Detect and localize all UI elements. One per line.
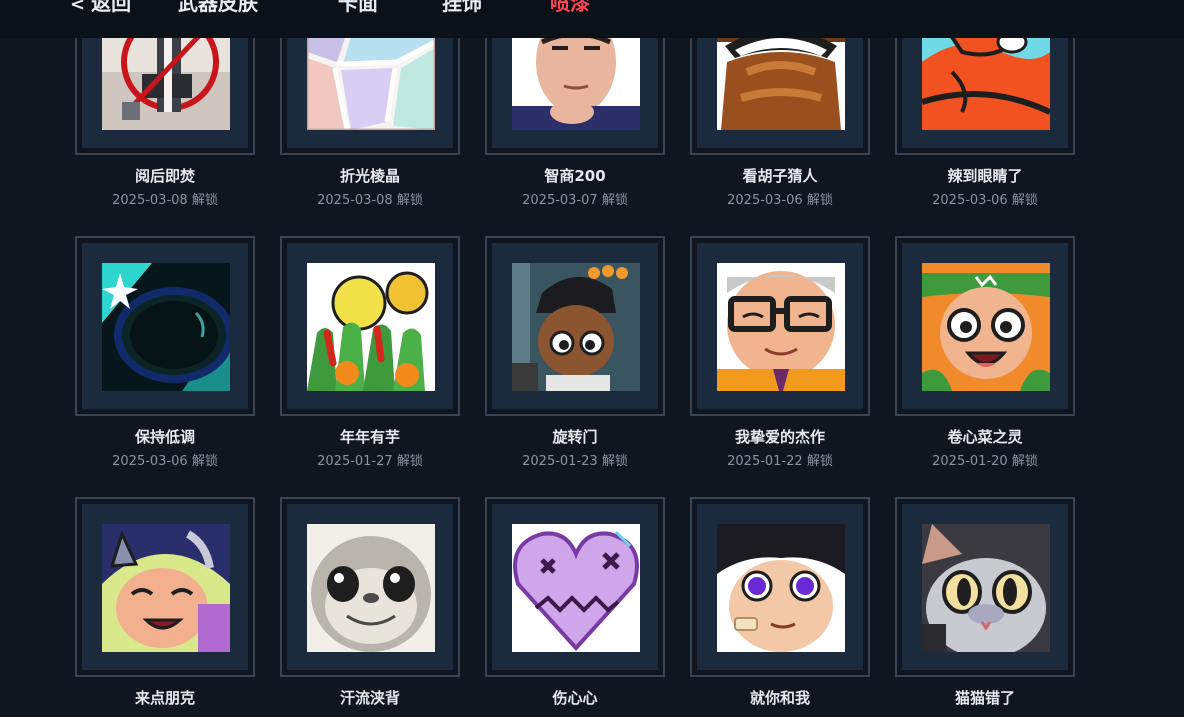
spray-frame	[280, 497, 460, 677]
spray-name: 就你和我	[749, 689, 810, 707]
spray-frame	[895, 497, 1075, 677]
spray-card[interactable]: 卷心菜之灵 2025-01-20 解锁	[895, 236, 1075, 476]
spray-collection-page: 阅后即焚 2025-03-08 解锁 折光棱晶 2025-03-08 解锁 智商…	[0, 0, 1184, 717]
spray-name: 猫猫错了	[954, 689, 1015, 707]
spray-unlock-date: 2025-01-20 解锁	[932, 454, 1038, 469]
spray-card[interactable]: 伤心心	[485, 497, 665, 717]
revolving-door-spray-icon	[512, 263, 640, 391]
tab-player-cards[interactable]: 卡面	[338, 0, 378, 18]
spray-name: 保持低调	[134, 428, 195, 446]
spray-name: 汗流浃背	[339, 689, 400, 707]
spray-unlock-date: 2025-03-06 解锁	[727, 193, 833, 208]
spray-name: 辣到眼睛了	[947, 167, 1023, 185]
spray-frame	[690, 236, 870, 416]
spray-name: 折光棱晶	[339, 167, 400, 185]
sorry-cat-spray-icon	[922, 524, 1050, 652]
tab-sprays[interactable]: 喷漆	[550, 0, 590, 18]
spray-name: 智商200	[544, 167, 606, 185]
spray-unlock-date: 2025-01-23 解锁	[522, 454, 628, 469]
spray-name: 旋转门	[552, 428, 598, 446]
spray-card[interactable]: 旋转门 2025-01-23 解锁	[485, 236, 665, 476]
spray-unlock-date: 2025-03-06 解锁	[932, 193, 1038, 208]
spray-unlock-date: 2025-01-27 解锁	[317, 454, 423, 469]
spray-card[interactable]: 年年有芋 2025-01-27 解锁	[280, 236, 460, 476]
you-and-me-spray-icon	[717, 524, 845, 652]
spray-name: 我挚爱的杰作	[734, 428, 825, 446]
spray-name: 年年有芋	[339, 428, 400, 446]
sweating-spray-icon	[307, 524, 435, 652]
top-nav-bar: < 返回 武器皮肤 卡面 挂饰 喷漆	[0, 0, 1184, 38]
chevron-left-icon: <	[70, 0, 86, 15]
spray-grid: 阅后即焚 2025-03-08 解锁 折光棱晶 2025-03-08 解锁 智商…	[0, 0, 1184, 717]
spray-unlock-date: 2025-01-22 解锁	[727, 454, 833, 469]
punk-spray-icon	[102, 524, 230, 652]
spray-unlock-date: 2025-03-08 解锁	[317, 193, 423, 208]
spray-card[interactable]: 就你和我	[690, 497, 870, 717]
low-profile-spray-icon	[102, 263, 230, 391]
spray-name: 卷心菜之灵	[947, 428, 1023, 446]
back-label: 返回	[91, 0, 132, 15]
spray-name: 看胡子猜人	[742, 167, 818, 185]
spray-frame	[75, 497, 255, 677]
spray-frame	[485, 236, 665, 416]
spray-card[interactable]: 来点朋克	[75, 497, 255, 717]
spray-frame	[895, 236, 1075, 416]
masterpiece-spray-icon	[717, 263, 845, 391]
yearly-taro-spray-icon	[307, 263, 435, 391]
spray-frame	[280, 236, 460, 416]
spray-frame	[690, 497, 870, 677]
spray-unlock-date: 2025-03-07 解锁	[522, 193, 628, 208]
spray-name: 来点朋克	[134, 689, 195, 707]
sad-heart-spray-icon	[512, 524, 640, 652]
tab-weapon-skins[interactable]: 武器皮肤	[178, 0, 258, 18]
tab-buddies[interactable]: 挂饰	[442, 0, 482, 18]
spray-card[interactable]: 汗流浃背	[280, 497, 460, 717]
spray-name: 阅后即焚	[134, 167, 195, 185]
spray-card[interactable]: 保持低调 2025-03-06 解锁	[75, 236, 255, 476]
spray-card[interactable]: 猫猫错了	[895, 497, 1075, 717]
spray-name: 伤心心	[552, 689, 598, 707]
spray-card[interactable]: 我挚爱的杰作 2025-01-22 解锁	[690, 236, 870, 476]
spray-unlock-date: 2025-03-06 解锁	[112, 454, 218, 469]
cabbage-spirit-spray-icon	[922, 263, 1050, 391]
spray-unlock-date: 2025-03-08 解锁	[112, 193, 218, 208]
spray-frame	[485, 497, 665, 677]
back-button[interactable]: < 返回	[70, 0, 131, 18]
spray-frame	[75, 236, 255, 416]
